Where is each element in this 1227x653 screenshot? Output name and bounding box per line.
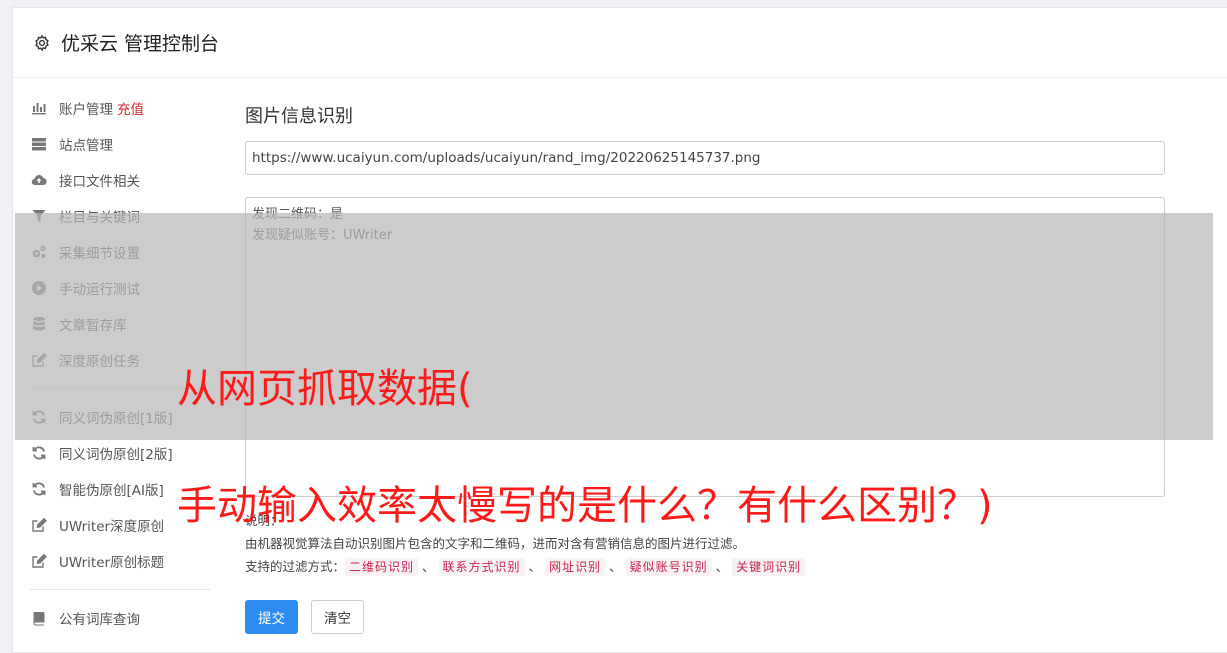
filter-tag: 二维码识别 [345, 558, 419, 576]
clear-button[interactable]: 清空 [311, 600, 364, 634]
result-textarea[interactable]: 发现二维码：是 发现疑似账号：UWriter [245, 197, 1165, 497]
sidebar-item-label: UWriter深度原创 [59, 519, 165, 535]
recharge-link[interactable]: 充值 [117, 98, 144, 118]
sidebar-item-label: 智能伪原创[AI版] [59, 483, 164, 499]
filter-separator: 、 [422, 559, 435, 574]
edit-icon [30, 552, 48, 570]
page-header: 优采云 管理控制台 [13, 8, 1227, 78]
filter-separator: 、 [528, 559, 542, 574]
result-line: 发现二维码：是 [252, 207, 344, 222]
sidebar-item-collect-settings[interactable]: 采集细节设置 [18, 234, 210, 270]
sidebar-item-sites[interactable]: 站点管理 [18, 126, 210, 162]
sidebar-item-article-store[interactable]: 文章暂存库 [18, 306, 210, 342]
sidebar-item-label: 同义词伪原创[1版] [59, 411, 173, 427]
filter-separator: 、 [715, 559, 729, 574]
gears-icon [30, 243, 48, 261]
sidebar-item-columns-keywords[interactable]: 栏目与关键词 [18, 198, 210, 234]
edit-icon [30, 351, 48, 369]
filter-separator: 、 [609, 559, 622, 574]
server-icon [30, 135, 48, 153]
section-title: 图片信息识别 [245, 106, 353, 127]
sidebar-item-label: 站点管理 [59, 138, 113, 154]
bar-chart-icon [30, 99, 48, 117]
sidebar-item-label: 深度原创任务 [59, 354, 140, 370]
filter-tag: 网址识别 [545, 558, 606, 576]
filter-tag: 关键词识别 [732, 558, 806, 576]
page-title: 优采云 管理控制台 [61, 33, 220, 55]
sidebar-item-interface-files[interactable]: 接口文件相关 [18, 162, 210, 198]
sidebar-item-label: 同义词伪原创[2版] [59, 447, 173, 463]
sidebar-item-label: UWriter原创标题 [59, 555, 165, 571]
sidebar-item-label: 手动运行测试 [59, 282, 140, 298]
sidebar-item-label: 接口文件相关 [59, 174, 140, 190]
sidebar-item-manual-test[interactable]: 手动运行测试 [18, 270, 210, 306]
sidebar-item-label: 采集细节设置 [59, 246, 140, 262]
overlay-caption-line2: 手动输入效率太慢写的是什么？有什么区别？) [177, 483, 993, 529]
sidebar-item-synonym-v2[interactable]: 同义词伪原创[2版] [18, 435, 210, 471]
book-icon [30, 609, 48, 627]
play-circle-icon [30, 279, 48, 297]
gear-icon [35, 34, 49, 51]
sidebar-item-label: 公有词库查询 [59, 612, 140, 628]
notes-description: 由机器视觉算法自动识别图片包含的文字和二维码，进而对含有营销信息的图片进行过滤。 [245, 536, 746, 551]
refresh-icon [30, 480, 48, 498]
result-line: 发现疑似账号：UWriter [252, 228, 393, 243]
filter-methods: 支持的过滤方式： 二维码识别、联系方式识别、网址识别、疑似账号识别、关键词识别 [245, 555, 1165, 578]
database-icon [30, 315, 48, 333]
overlay-caption-line1: 从网页抓取数据( [177, 366, 473, 412]
refresh-icon [30, 408, 48, 426]
filter-label: 支持的过滤方式： [245, 559, 346, 574]
submit-button[interactable]: 提交 [245, 600, 298, 634]
image-url-input[interactable] [245, 141, 1165, 175]
filter-tag: 联系方式识别 [438, 558, 525, 576]
filter-tag: 疑似账号识别 [625, 558, 712, 576]
form-actions: 提交 清空 [245, 600, 1165, 634]
sidebar-item-public-lexicon[interactable]: 公有词库查询 [18, 600, 210, 636]
sidebar-item-label: 文章暂存库 [59, 318, 127, 334]
refresh-icon [30, 444, 48, 462]
sidebar-item-uwriter-title[interactable]: UWriter原创标题 [18, 543, 210, 579]
sidebar-item-account[interactable]: 账户管理 充值 [18, 90, 210, 126]
sidebar-item-label: 栏目与关键词 [59, 210, 140, 226]
cloud-upload-icon [30, 171, 48, 189]
edit-icon [30, 516, 48, 534]
sidebar-divider [30, 589, 210, 590]
sidebar-item-label: 账户管理 [59, 102, 113, 118]
filter-icon [30, 207, 48, 225]
